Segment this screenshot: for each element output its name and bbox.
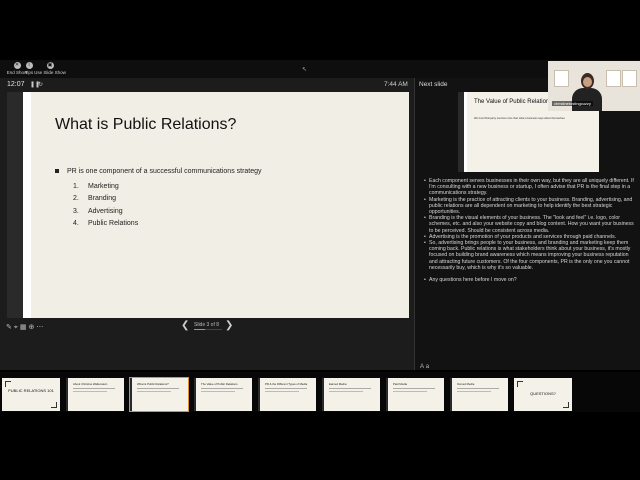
- presenter-face: [583, 77, 592, 87]
- current-slide[interactable]: What is Public Relations? PR is one comp…: [7, 92, 409, 318]
- annotation-tools: ✎⌖▦⊕⋯: [6, 323, 45, 332]
- use-slide-show-label: Use Slide Show: [34, 70, 66, 75]
- slide-progress-fill: [194, 329, 205, 330]
- thumbnail-title: PUBLIC RELATIONS 101: [8, 388, 54, 393]
- presenter-body: [572, 88, 602, 111]
- notes-item: So, advertising brings people to your bu…: [424, 240, 636, 271]
- list-item: 4. Public Relations: [73, 219, 139, 227]
- bullet-square-icon: [55, 169, 59, 174]
- slide-thumbnail[interactable]: PR & the Different Types of Media: [258, 378, 316, 411]
- wall-frame: [606, 70, 621, 87]
- next-slide-label: Next slide: [419, 81, 448, 88]
- slide-accent-stripe: [464, 92, 467, 172]
- thumbnail-title: PR & the Different Types of Media: [265, 382, 308, 386]
- previous-slide-button[interactable]: ❮: [181, 320, 189, 331]
- thumbnail-title: Paid Media: [393, 382, 407, 386]
- bracket-icon: [5, 381, 11, 387]
- participant-name: christinetostingcuzzy: [552, 101, 593, 106]
- bracket-icon: [51, 402, 57, 408]
- slide-accent-bar: [7, 92, 23, 318]
- mouse-cursor-icon: ↖: [302, 67, 308, 73]
- slide-thumbnail[interactable]: Paid Media: [386, 378, 444, 411]
- slide-thumbnail[interactable]: QUESTIONS?: [514, 378, 572, 411]
- bracket-icon: [517, 381, 523, 387]
- thumbnail-title: QUESTIONS?: [530, 391, 556, 396]
- bracket-icon: [563, 402, 569, 408]
- use-slide-show-button[interactable]: ▣ Use Slide Show: [33, 62, 67, 75]
- list-item: 2. Branding: [73, 195, 117, 203]
- notes-item: Marketing is the practice of attracting …: [424, 197, 636, 216]
- reset-timer-icon[interactable]: ↻: [38, 81, 43, 88]
- pen-icon[interactable]: ✎: [6, 324, 14, 331]
- slide-thumbnail[interactable]: The Value of Public Relations: [194, 378, 252, 411]
- wall-frame: [622, 70, 637, 87]
- slide-accent-stripe: [23, 92, 31, 318]
- more-options-icon[interactable]: ⋯: [36, 324, 45, 331]
- notes-font-size-controls: A a: [420, 364, 429, 370]
- info-icon: i: [25, 62, 33, 69]
- slide-thumbnail[interactable]: About Christine Wallenstein: [66, 378, 124, 411]
- clock: 7:44 AM: [384, 81, 408, 88]
- notes-item: Any questions here before I move on?: [424, 277, 636, 283]
- next-slide-button[interactable]: ❯: [225, 320, 233, 331]
- slide-title: What is Public Relations?: [55, 116, 237, 133]
- slide-thumbnail-current[interactable]: What is Public Relations?: [129, 377, 189, 412]
- thumbnail-title: About Christine Wallenstein: [73, 382, 108, 386]
- speaker-notes[interactable]: Each component serves businesses in thei…: [424, 178, 636, 283]
- slide-sublist: 1. Marketing 2. Branding 3. Advertising 4. P…: [73, 181, 138, 230]
- slide-thumbnail[interactable]: PUBLIC RELATIONS 101: [2, 378, 60, 411]
- wall-frame: [554, 70, 569, 87]
- slideshow-icon: ▣: [46, 62, 54, 69]
- notes-item: Branding is the visual elements of your …: [424, 215, 636, 234]
- next-slide-title: The Value of Public Relations: [474, 99, 553, 105]
- slide-bullet-text: PR is one component of a successful comm…: [67, 168, 262, 175]
- next-slide-body: We trust third-party sources more than w…: [474, 117, 566, 120]
- list-item: 3. Advertising: [73, 207, 123, 215]
- thumbnail-title: Owned Media: [457, 382, 475, 386]
- tips-label: Tips: [24, 70, 34, 75]
- slide-thumbnail[interactable]: Earned Media: [322, 378, 380, 411]
- slide-thumbnail[interactable]: Owned Media: [450, 378, 508, 411]
- increase-font-icon[interactable]: A: [420, 364, 424, 370]
- slide-counter: Slide 3 of 8: [194, 322, 220, 328]
- slide-progress: [194, 329, 222, 330]
- decrease-font-icon[interactable]: a: [426, 364, 429, 370]
- notes-item: Each component serves businesses in thei…: [424, 178, 636, 197]
- webcam-video: christinetostingcuzzy: [548, 61, 640, 111]
- list-item: 1. Marketing: [73, 183, 119, 190]
- elapsed-timer: 12:07: [7, 81, 25, 88]
- slide-bullet: PR is one component of a successful comm…: [55, 168, 262, 175]
- presenter-toolbar: ✕ End Show i Tips ▣ Use Slide Show: [0, 60, 640, 78]
- thumbnail-title: The Value of Public Relations: [201, 382, 238, 386]
- thumbnail-title: What is Public Relations?: [137, 382, 169, 386]
- thumbnail-title: Earned Media: [329, 382, 347, 386]
